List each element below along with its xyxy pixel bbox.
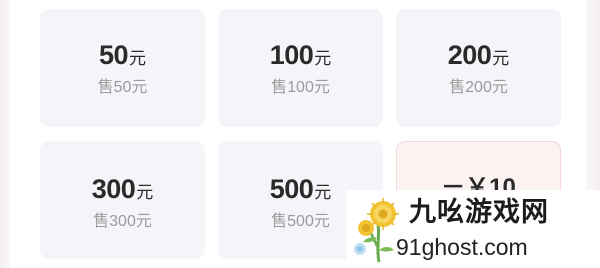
card-value-number: 200 <box>447 40 492 70</box>
card-value-unit: 元 <box>136 183 154 202</box>
watermark-url: 91ghost.com <box>396 234 528 260</box>
denomination-card-200[interactable]: 200元 售200元 <box>396 9 561 127</box>
denomination-card-50[interactable]: 50元 售50元 <box>40 9 205 127</box>
denomination-card-100[interactable]: 100元 售100元 <box>218 9 383 127</box>
card-sell-price: 售50元 <box>97 79 148 96</box>
card-sell-price: 售200元 <box>449 79 508 96</box>
denomination-card-300[interactable]: 300元 售300元 <box>40 141 205 259</box>
card-value-unit: 元 <box>129 49 147 68</box>
card-value-number: 100 <box>269 40 314 70</box>
card-value: 50元 <box>40 40 205 75</box>
watermark-site-name: 九吆游戏网 <box>409 197 549 228</box>
card-value-unit: 元 <box>492 49 510 68</box>
card-sell-price: 售300元 <box>93 213 152 230</box>
dandelion-logo-icon <box>354 198 399 263</box>
card-value: 100元 <box>218 40 383 75</box>
card-value-number: 50 <box>98 40 129 70</box>
card-value: 200元 <box>396 40 561 75</box>
card-sell-price: 售100元 <box>271 79 330 96</box>
card-value: 300元 <box>40 174 205 209</box>
site-watermark: 九吆游戏网 91ghost.com <box>346 190 600 268</box>
card-value-number: 300 <box>91 174 136 204</box>
card-value-number: 500 <box>269 174 314 204</box>
left-edge-decoration <box>0 0 10 268</box>
card-value-unit: 元 <box>314 183 332 202</box>
card-value-unit: 元 <box>314 49 332 68</box>
